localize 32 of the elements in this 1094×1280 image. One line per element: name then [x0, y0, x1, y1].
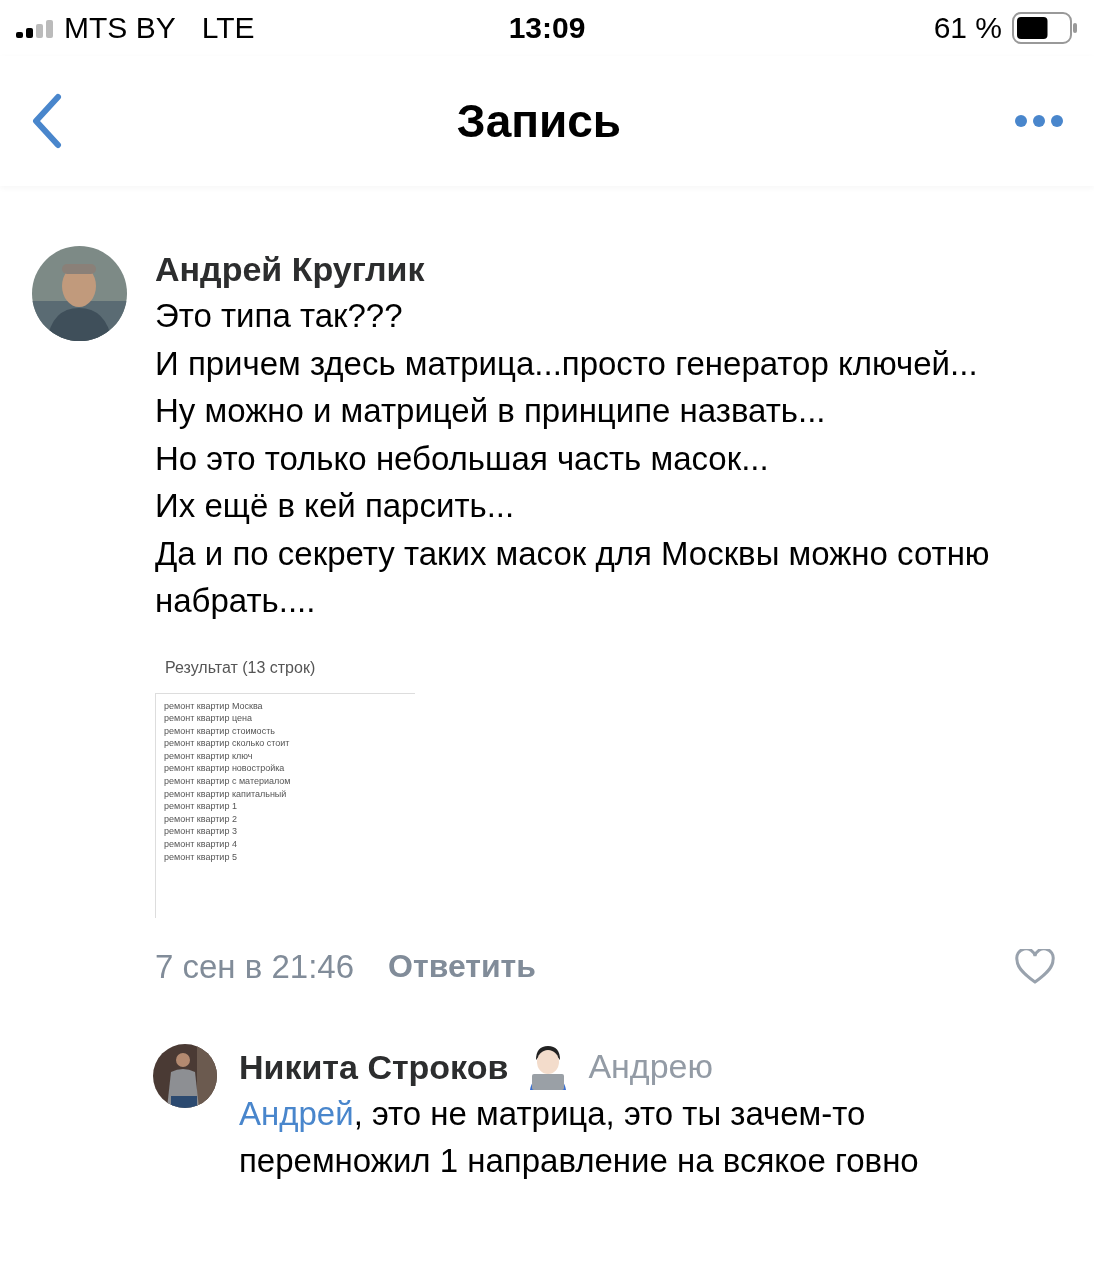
result-line: ремонт квартир 1: [164, 800, 238, 813]
result-line: ремонт квартир Москва: [164, 699, 264, 713]
mention-link[interactable]: Андрей: [239, 1094, 354, 1132]
attachment-title: Результат (13 строк): [165, 658, 317, 677]
result-line: ремонт квартир 5: [164, 850, 238, 864]
result-line: ремонт квартир сколько стоит: [164, 737, 291, 750]
clock-time: 13:09: [508, 11, 586, 45]
back-icon[interactable]: [30, 93, 64, 149]
battery-percent: 61 %: [933, 11, 1002, 45]
result-line: ремонт квартир стоимость: [164, 724, 276, 738]
heart-icon[interactable]: [1015, 948, 1055, 985]
result-line: ремонт квартир с материалом: [164, 775, 292, 788]
battery-icon: [1012, 12, 1078, 44]
carrier-name: MTS BY: [64, 11, 176, 45]
more-icon[interactable]: [1014, 114, 1064, 128]
result-line: ремонт квартир ключ: [164, 749, 254, 763]
screen-title: Запись: [456, 94, 622, 148]
reply-button[interactable]: Ответить: [388, 948, 536, 985]
result-line: ремонт квартир 4: [164, 838, 238, 851]
result-line: ремонт квартир капитальный: [164, 787, 288, 801]
result-line: ремонт квартир новостройка: [164, 762, 286, 776]
reply-recipient[interactable]: Андрею: [588, 1047, 713, 1086]
result-line: ремонт квартир 3: [164, 825, 238, 839]
network-type: LTE: [201, 11, 255, 45]
signal-icon: [16, 18, 56, 38]
reply-text: Андрей, это не матрица, это ты зачем-то перемножил 1 направление на всякое говно: [239, 1093, 920, 1181]
result-line: ремонт квартир 2: [164, 812, 238, 826]
reply-author[interactable]: Никита Строков: [239, 1043, 509, 1090]
comment-date: 7 сен в 21:46: [155, 947, 355, 986]
comment-text: Это типа так??? И причем здесь матрица...просто генератор ключей... Ну можно и матрицей в принципе назвать... Но это только небольшая часть масок... Их ещё в кей парсить... Да и по секрету таких масок для Москвы можно сотню набрать....: [155, 296, 991, 621]
comment-author[interactable]: Андрей Круглик: [155, 246, 1055, 292]
result-line: ремонт квартир цена: [164, 712, 253, 725]
